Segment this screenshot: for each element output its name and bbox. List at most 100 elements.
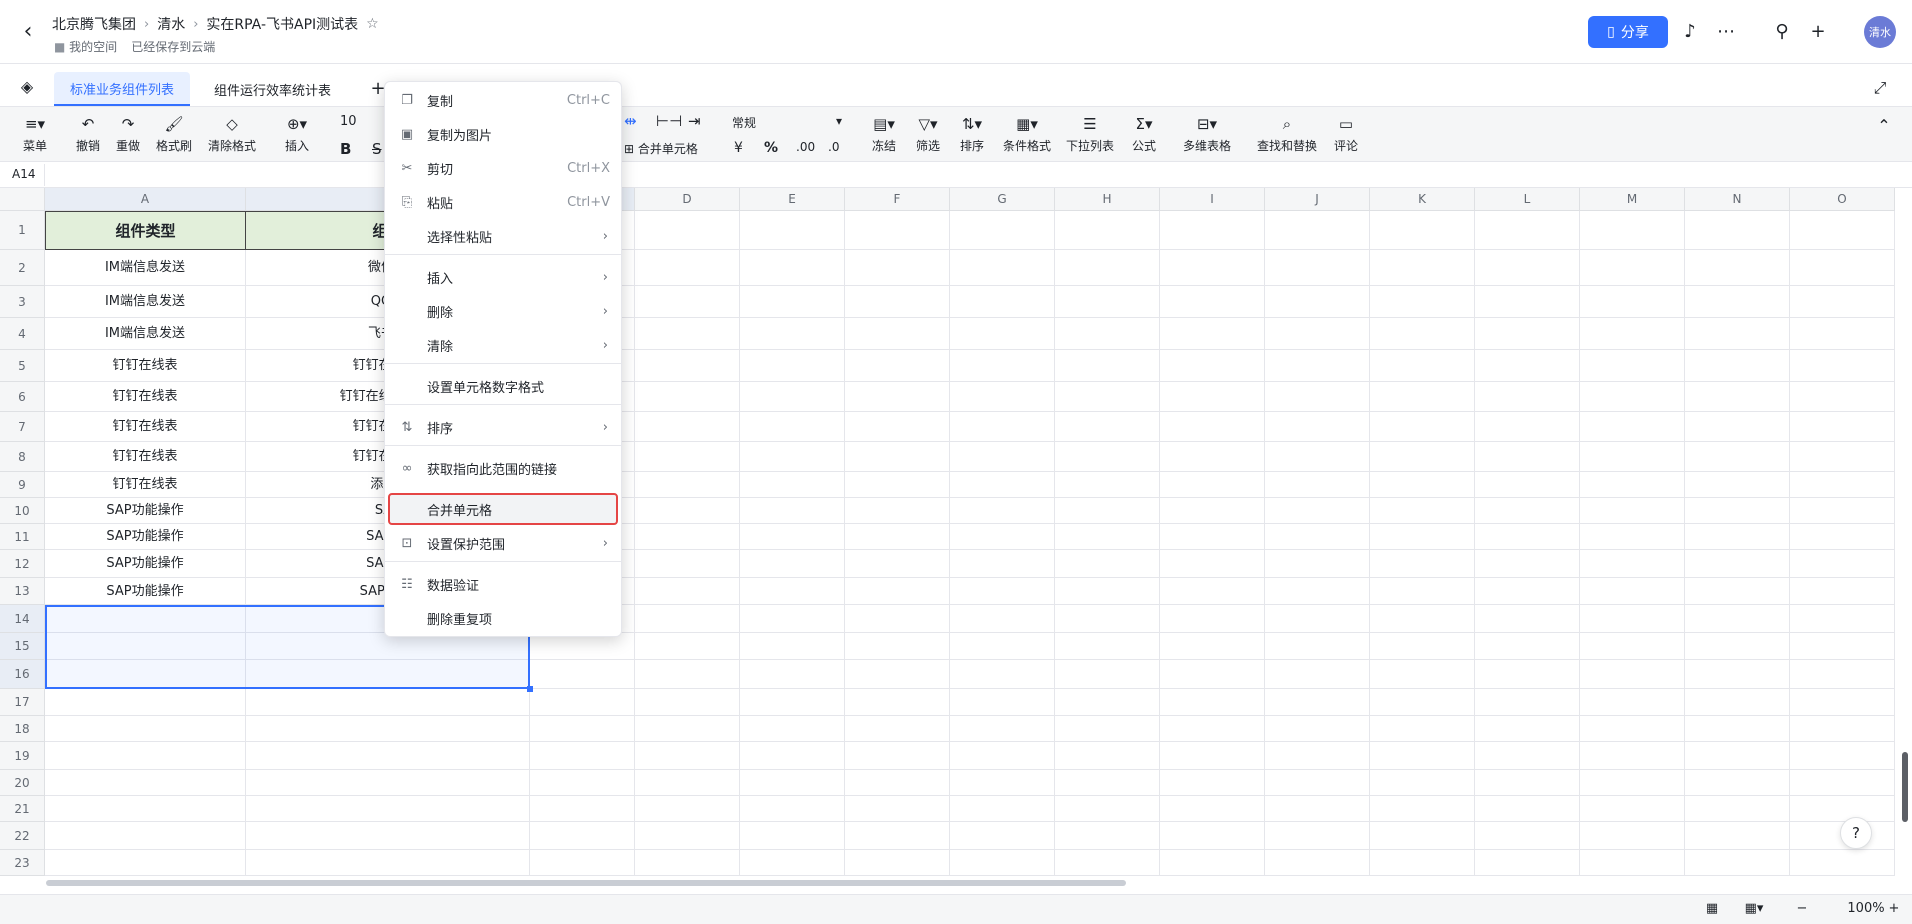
grid-cell[interactable]	[950, 822, 1055, 850]
grid-cell[interactable]	[45, 770, 246, 796]
grid-cell[interactable]	[1265, 524, 1370, 550]
grid-cell[interactable]	[950, 578, 1055, 605]
grid-cell[interactable]	[45, 689, 246, 716]
grid-cell[interactable]	[1475, 796, 1580, 822]
grid-cell[interactable]	[1055, 472, 1160, 498]
grid-cell[interactable]	[1055, 850, 1160, 876]
grid-cell[interactable]	[1055, 550, 1160, 578]
grid-cell[interactable]	[845, 318, 950, 350]
grid-cell[interactable]	[950, 716, 1055, 742]
grid-cell[interactable]	[635, 578, 740, 605]
grid-cell[interactable]	[1160, 524, 1265, 550]
grid-cell[interactable]	[740, 742, 845, 770]
grid-cell[interactable]	[1685, 716, 1790, 742]
grid-cell[interactable]	[1580, 250, 1685, 286]
grid-cell[interactable]	[1685, 660, 1790, 689]
context-menu-item[interactable]: 选择性粘贴 ›	[384, 220, 622, 252]
grid-cell[interactable]	[1055, 742, 1160, 770]
add-icon[interactable]: +	[1804, 18, 1832, 46]
grid-cell[interactable]	[1370, 318, 1475, 350]
grid-cell[interactable]	[1370, 605, 1475, 633]
grid-cell[interactable]: SAP功能操作	[45, 498, 246, 524]
grid-cell[interactable]	[1055, 796, 1160, 822]
grid-cell[interactable]	[1580, 822, 1685, 850]
multi-table-button[interactable]: ⊟▾ 多维表格	[1180, 110, 1234, 158]
grid-cell[interactable]	[740, 412, 845, 442]
grid-cell[interactable]	[1475, 472, 1580, 498]
bold-button[interactable]: B	[340, 140, 351, 158]
grid-cell[interactable]	[635, 286, 740, 318]
grid-cell[interactable]	[530, 770, 635, 796]
grid-cell[interactable]	[1160, 796, 1265, 822]
grid-cell[interactable]	[635, 382, 740, 412]
grid-cell[interactable]	[1790, 850, 1895, 876]
grid-cell[interactable]	[950, 286, 1055, 318]
grid-cell[interactable]: SAP功能操作	[45, 524, 246, 550]
freeze-button[interactable]: ▤▾ 冻结	[866, 110, 902, 158]
grid-cell[interactable]	[1370, 633, 1475, 660]
grid-cell[interactable]	[1055, 286, 1160, 318]
grid-cell[interactable]	[845, 442, 950, 472]
grid-cell[interactable]	[1475, 412, 1580, 442]
grid-cell[interactable]	[1685, 605, 1790, 633]
grid-cell[interactable]	[1370, 286, 1475, 318]
number-format-select[interactable]: 常规 ▾	[732, 114, 842, 131]
grid-cell[interactable]	[1370, 578, 1475, 605]
layers-icon[interactable]: ◈	[16, 77, 38, 99]
column-header[interactable]: H	[1055, 188, 1160, 211]
grid-cell[interactable]	[1580, 689, 1685, 716]
grid-cell[interactable]	[950, 211, 1055, 250]
grid-cell[interactable]	[635, 605, 740, 633]
grid-cell[interactable]	[1265, 211, 1370, 250]
context-menu-item[interactable]: 清除 ›	[384, 329, 622, 361]
grid-cell[interactable]	[1475, 550, 1580, 578]
grid-cell[interactable]	[1370, 350, 1475, 382]
comment-button[interactable]: ▭ 评论	[1332, 110, 1360, 158]
grid-cell[interactable]	[950, 633, 1055, 660]
grid-cell[interactable]	[845, 796, 950, 822]
grid-cell[interactable]	[1160, 472, 1265, 498]
grid-cell[interactable]	[1790, 472, 1895, 498]
grid-cell[interactable]	[1580, 472, 1685, 498]
row-header[interactable]: 6	[0, 382, 45, 412]
grid-cell[interactable]	[950, 524, 1055, 550]
percent-button[interactable]: %	[764, 140, 778, 156]
grid-cell[interactable]	[1790, 770, 1895, 796]
grid-cell[interactable]	[1580, 412, 1685, 442]
grid-cell[interactable]	[1265, 822, 1370, 850]
column-header[interactable]: K	[1370, 188, 1475, 211]
grid-cell[interactable]	[740, 822, 845, 850]
grid-cell[interactable]	[1160, 605, 1265, 633]
merge-cells-button[interactable]: ⊞ 合并单元格	[624, 140, 698, 157]
grid-cell[interactable]	[1265, 286, 1370, 318]
grid-cell[interactable]	[45, 742, 246, 770]
grid-cell[interactable]	[1685, 822, 1790, 850]
grid-cell[interactable]	[1580, 524, 1685, 550]
tab-standard-components[interactable]: 标准业务组件列表	[54, 72, 191, 106]
grid-cell[interactable]	[1265, 605, 1370, 633]
row-header[interactable]: 17	[0, 689, 45, 716]
redo-button[interactable]: ↷ 重做	[114, 110, 142, 158]
grid-cell[interactable]	[1265, 796, 1370, 822]
context-menu-item[interactable]: ∞ 获取指向此范围的链接	[384, 452, 622, 484]
column-header[interactable]: O	[1790, 188, 1895, 211]
grid-cell[interactable]	[1475, 660, 1580, 689]
format-painter-button[interactable]: 🖌︎ 格式刷	[154, 110, 194, 158]
horizontal-scrollbar[interactable]	[46, 880, 1126, 886]
grid-cell[interactable]	[1370, 412, 1475, 442]
grid-cell[interactable]	[1055, 716, 1160, 742]
grid-cell[interactable]	[1055, 318, 1160, 350]
context-menu-item[interactable]: ⇅ 排序 ›	[384, 411, 622, 443]
grid-cell[interactable]	[1790, 716, 1895, 742]
grid-cell[interactable]	[1580, 550, 1685, 578]
grid-cell[interactable]	[1790, 550, 1895, 578]
grid-cell[interactable]	[1685, 689, 1790, 716]
grid-cell[interactable]	[1580, 605, 1685, 633]
grid-cell[interactable]	[1790, 382, 1895, 412]
breadcrumb-item-folder[interactable]: 清水	[157, 14, 185, 34]
grid-cell[interactable]	[1580, 716, 1685, 742]
zoom-out-icon[interactable]: −	[1792, 898, 1812, 920]
zoom-level[interactable]: 100%	[1846, 898, 1886, 920]
grid-cell[interactable]	[1265, 382, 1370, 412]
grid-cell[interactable]	[246, 716, 530, 742]
